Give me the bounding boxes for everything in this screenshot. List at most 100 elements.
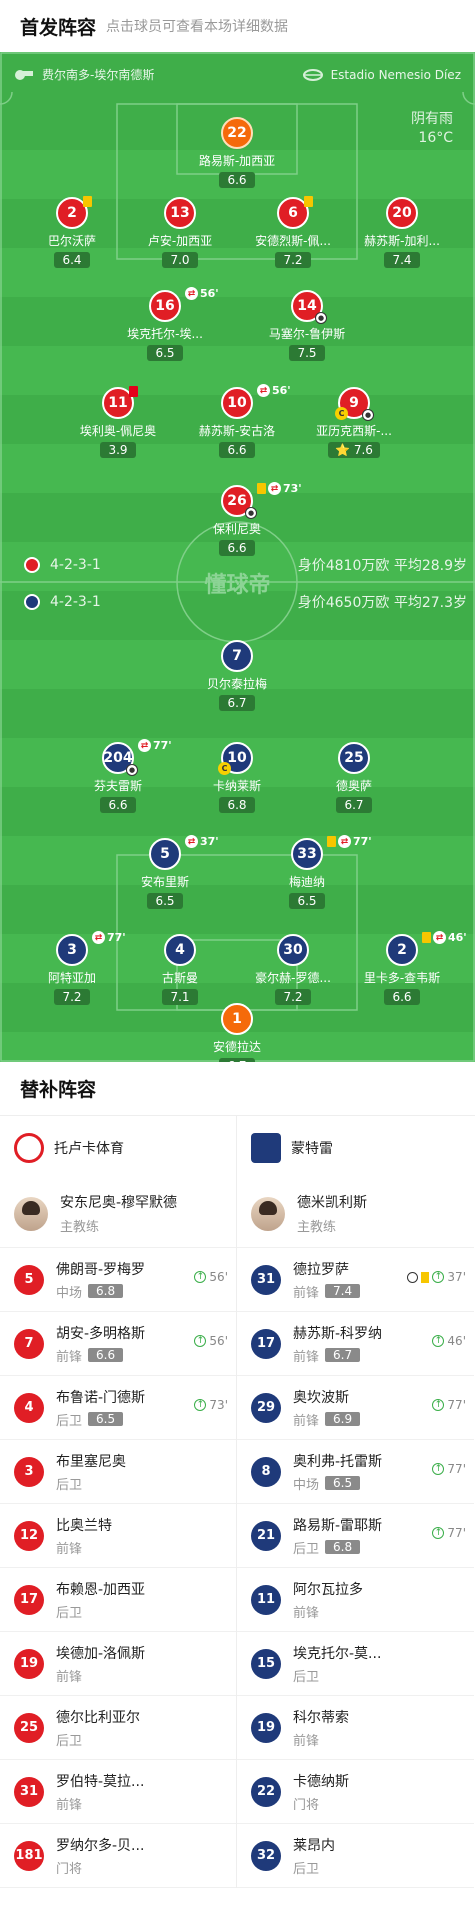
home-team-row[interactable]: 托卢卡体育 (0, 1116, 236, 1180)
away-value: 身价4650万欧 平均27.3岁 (297, 595, 467, 611)
sub-player-row[interactable]: 19 埃德加-洛佩斯 前锋 (0, 1632, 236, 1696)
player-position: 前锋 (293, 1285, 320, 1301)
home-player-22[interactable]: 22 路易斯-加西亚 6.6 (177, 117, 297, 188)
home-player-26[interactable]: 26 ⇄ 73' ● 保利尼奥 6.6 (177, 482, 302, 556)
player-position: 前锋 (293, 1349, 320, 1365)
away-player-3[interactable]: 3 ⇄ 77' 阿特亚加 7.2 (12, 931, 132, 1005)
sub-minute: 56' (272, 384, 291, 397)
sub-in-icon: ↑ (432, 1399, 445, 1411)
sub-player-row[interactable]: 3 布里塞尼奥 后卫 (0, 1440, 236, 1504)
shirt-number: 4 (14, 1392, 44, 1423)
sub-minute: 73' (209, 1398, 228, 1412)
away-player-4[interactable]: 4 古斯曼 7.1 (120, 934, 240, 1005)
player-name: 阿尔瓦拉多 (293, 1581, 363, 1598)
sub-player-row[interactable]: 21 路易斯-雷耶斯 后卫 6.8 ↑ 77' (237, 1504, 474, 1568)
player-name: 比奥兰特 (56, 1517, 112, 1534)
home-player-20[interactable]: 20 赫苏斯-加利... 7.4 (342, 197, 462, 268)
player-position-line: 前锋 (56, 1794, 144, 1813)
player-position-line: 前锋 (293, 1730, 349, 1749)
sub-player-row[interactable]: 7 胡安-多明格斯 前锋 6.6 ↑ 56' (0, 1312, 236, 1376)
player-name: 里卡多-查韦斯 (363, 971, 441, 985)
away-player-25[interactable]: 25 德奥萨 6.7 (294, 742, 414, 813)
shirt-number-text: 10 (227, 395, 247, 411)
player-name: 卢安-加西亚 (147, 234, 213, 248)
shirt-number-text: 11 (108, 395, 128, 411)
sub-player-row[interactable]: 32 莱昂内 后卫 (237, 1824, 474, 1888)
player-name: 佛朗哥-罗梅罗 (56, 1261, 146, 1278)
away-player-30[interactable]: 30 豪尔赫-罗德... 7.2 (233, 934, 353, 1005)
sub-player-row[interactable]: 19 科尔蒂索 前锋 (237, 1696, 474, 1760)
away-player-2[interactable]: 2 ⇄ 46' 里卡多-查韦斯 6.6 (342, 931, 467, 1005)
player-rating: 7.4 (325, 1284, 361, 1298)
home-player-2[interactable]: 2 巴尔沃萨 6.4 (12, 196, 132, 268)
coach-role: 主教练 (60, 1220, 100, 1235)
player-position: 前锋 (56, 1669, 83, 1685)
home-coach[interactable]: 安东尼奥-穆罕默德 主教练 (0, 1180, 236, 1248)
yellow-card-icon (83, 196, 92, 207)
away-player-7[interactable]: 7 贝尔泰拉梅 6.7 (177, 640, 297, 711)
home-player-11[interactable]: 11 埃利奥-佩尼奥 3.9 (58, 386, 178, 458)
substitution-icon: ⇄ (185, 287, 198, 300)
sub-player-row[interactable]: 17 布赖恩-加西亚 后卫 (0, 1568, 236, 1632)
sub-minute: 37' (200, 835, 219, 848)
player-position: 门将 (56, 1861, 83, 1877)
player-position-line: 后卫 (56, 1730, 140, 1749)
sub-minute: 37' (447, 1270, 466, 1284)
home-player-6[interactable]: 6 安德烈斯-佩... 7.2 (233, 196, 353, 268)
shirt-number: 19 (14, 1648, 44, 1679)
player-rating: 6.6 (219, 172, 255, 188)
away-player-33[interactable]: 33 ⇄ 77' 梅迪纳 6.5 (247, 835, 372, 909)
shirt-number-text: 10 (227, 750, 247, 766)
away-player-1[interactable]: 1安德拉达6.7 (177, 1003, 297, 1062)
sub-player-row[interactable]: 5 佛朗哥-罗梅罗 中场 6.8 ↑ 56' (0, 1248, 236, 1312)
away-player-204[interactable]: 204 ⇄ 77' ● 芬夫雷斯 6.6 (58, 739, 178, 813)
home-player-10[interactable]: 10 ⇄ 56' 赫苏斯-安古洛 6.6 (177, 384, 297, 458)
shirt-number: 25 (14, 1712, 44, 1743)
shirt-number: 10 ⇄ 56' (221, 384, 291, 419)
player-position-line: 门将 (56, 1858, 144, 1877)
player-name: 梅迪纳 (288, 875, 325, 889)
sub-player-row[interactable]: 181 罗纳尔多-贝... 门将 (0, 1824, 236, 1888)
sub-player-row[interactable]: 17 赫苏斯-科罗纳 前锋 6.7 ↑ 46' (237, 1312, 474, 1376)
sub-player-row[interactable]: 4 布鲁诺-门德斯 后卫 6.5 ↑ 73' (0, 1376, 236, 1440)
sub-player-row[interactable]: 8 奥利弗-托雷斯 中场 6.5 ↑ 77' (237, 1440, 474, 1504)
player-name: 莱昂内 (293, 1837, 335, 1854)
goal-icon (407, 1271, 419, 1283)
shirt-number: 15 (251, 1648, 281, 1679)
sub-player-row[interactable]: 22 卡德纳斯 门将 (237, 1760, 474, 1824)
away-player-5[interactable]: 5 ⇄ 37' 安布里斯 6.5 (105, 835, 225, 909)
home-player-9[interactable]: 9 C ● 亚历克西斯-... ⭐ 7.6 (294, 387, 414, 458)
home-player-14[interactable]: 14 ● 马塞尔-鲁伊斯 7.5 (247, 290, 367, 361)
player-name: 安德拉达 (212, 1040, 261, 1054)
sub-player-row[interactable]: 25 德尔比利亚尔 后卫 (0, 1696, 236, 1760)
sub-player-row[interactable]: 15 埃克托尔-莫... 后卫 (237, 1632, 474, 1696)
player-rating: 3.9 (100, 442, 136, 458)
shirt-number-text: 25 (344, 750, 364, 766)
home-player-13[interactable]: 13 卢安-加西亚 7.0 (120, 197, 240, 268)
away-player-10[interactable]: 10 C 卡纳莱斯 6.8 (177, 742, 297, 813)
sub-in-event: ↑ 73' (194, 1398, 228, 1412)
sub-player-row[interactable]: 12 比奥兰特 前锋 (0, 1504, 236, 1568)
sub-in-event: ↑ 77' (432, 1526, 466, 1540)
sub-minute: 73' (283, 482, 302, 495)
player-rating: 6.6 (219, 442, 255, 458)
player-position-line: 前锋 (293, 1602, 363, 1621)
player-rating: 7.2 (54, 989, 90, 1005)
shirt-number: 7 (221, 640, 253, 672)
player-rating: 7.4 (384, 252, 420, 268)
sub-player-row[interactable]: 31 罗伯特-莫拉... 前锋 (0, 1760, 236, 1824)
player-position-line: 门将 (293, 1794, 349, 1813)
sub-player-row[interactable]: 29 奥坎波斯 前锋 6.9 ↑ 77' (237, 1376, 474, 1440)
yellow-card-icon (421, 1271, 430, 1283)
weather: 阴有雨 16°C (411, 110, 453, 148)
away-team-row[interactable]: 蒙特雷 (237, 1116, 474, 1180)
player-name: 阿特亚加 (47, 971, 96, 985)
sub-in-event: ↑ 56' (194, 1334, 228, 1348)
away-coach[interactable]: 德米凯利斯 主教练 (237, 1180, 474, 1248)
home-player-16[interactable]: 16 ⇄ 56' 埃克托尔-埃... 6.5 (105, 287, 225, 361)
sub-player-row[interactable]: 31 德拉罗萨 前锋 7.4 ↑ 37' (237, 1248, 474, 1312)
player-rating: 6.8 (88, 1284, 124, 1298)
player-name: 安布里斯 (140, 875, 189, 889)
substitution-icon: ⇄ (338, 835, 351, 848)
sub-player-row[interactable]: 11 阿尔瓦拉多 前锋 (237, 1568, 474, 1632)
